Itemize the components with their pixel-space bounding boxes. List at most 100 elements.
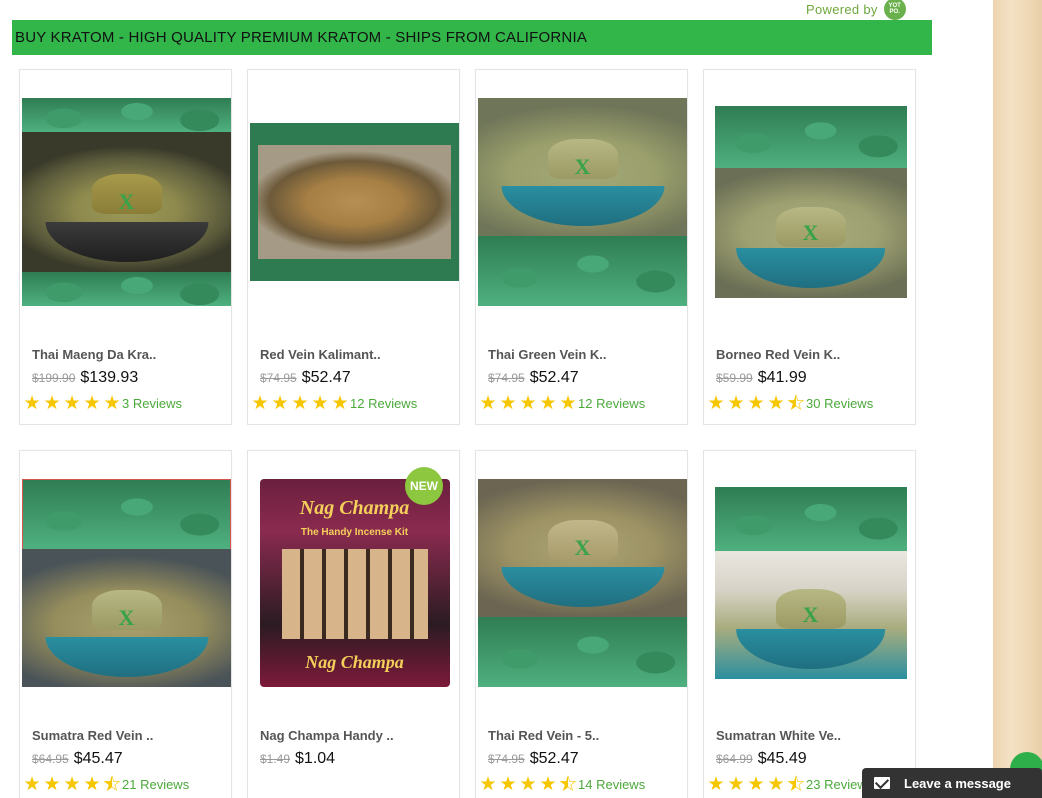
product-rating[interactable]: ★ ★ ★ ★ ★ 23 Reviews xyxy=(706,774,873,795)
product-rating[interactable]: ★ ★ ★ ★ ★ 21 Reviews xyxy=(22,774,189,795)
star-icon: ★ xyxy=(747,393,765,414)
product-title[interactable]: Sumatra Red Vein .. xyxy=(32,728,153,743)
powered-by-yotpo[interactable]: Powered by YOT PO. xyxy=(806,0,906,20)
mail-icon xyxy=(874,777,890,789)
star-rating: ★ ★ ★ ★ ★ xyxy=(706,393,806,414)
star-icon: ★ xyxy=(707,393,725,414)
product-image xyxy=(250,123,459,281)
powered-by-label: Powered by xyxy=(806,1,878,17)
star-icon: ★ xyxy=(747,774,765,795)
star-icon: ★ xyxy=(311,393,329,414)
product-card[interactable]: NEW Nag Champa The Handy Incense Kit Nag… xyxy=(247,450,460,798)
sale-price: $45.49 xyxy=(757,750,807,767)
sale-price: $1.04 xyxy=(295,750,336,767)
product-title[interactable]: Thai Maeng Da Kra.. xyxy=(32,347,156,362)
sale-price: $45.47 xyxy=(73,750,123,767)
star-rating: ★ ★ ★ ★ ★ xyxy=(706,774,806,795)
star-icon: ★ xyxy=(103,393,121,414)
star-icon: ★ xyxy=(83,393,101,414)
reviews-link[interactable]: 14 Reviews xyxy=(578,777,645,792)
old-price: $1.49 xyxy=(260,752,291,766)
star-icon: ★ xyxy=(63,774,81,795)
star-half-icon: ★ xyxy=(103,774,121,795)
product-title[interactable]: Sumatran White Ve.. xyxy=(716,728,841,743)
leave-message-label: Leave a message xyxy=(904,775,1011,791)
product-card[interactable]: Red Vein Kalimant.. $74.95 $52.47 ★ ★ ★ ★ ★ … xyxy=(247,69,460,425)
product-prices: $74.95 $52.47 xyxy=(260,369,351,387)
product-image-link[interactable]: X xyxy=(478,463,687,703)
reviews-link[interactable]: 30 Reviews xyxy=(806,396,873,411)
product-prices: $74.95 $52.47 xyxy=(488,369,579,387)
product-rating[interactable]: ★ ★ ★ ★ ★ 12 Reviews xyxy=(478,394,645,413)
star-icon: ★ xyxy=(331,393,349,414)
star-icon: ★ xyxy=(271,393,289,414)
old-price: $74.95 xyxy=(488,752,525,766)
product-image: X xyxy=(22,479,231,687)
star-icon: ★ xyxy=(291,393,309,414)
old-price: $64.95 xyxy=(32,752,69,766)
product-title[interactable]: Red Vein Kalimant.. xyxy=(260,347,381,362)
product-image-link[interactable] xyxy=(250,82,459,322)
star-icon: ★ xyxy=(519,774,537,795)
brand-logo-icon: X xyxy=(118,189,135,214)
star-icon: ★ xyxy=(499,774,517,795)
old-price: $59.99 xyxy=(716,371,753,385)
star-icon: ★ xyxy=(519,393,537,414)
product-rating[interactable]: ★ ★ ★ ★ ★ 12 Reviews xyxy=(250,394,417,413)
product-prices: $64.99 $45.49 xyxy=(716,750,807,768)
product-image-link[interactable]: X xyxy=(478,82,687,322)
product-title[interactable]: Borneo Red Vein K.. xyxy=(716,347,840,362)
reviews-link[interactable]: 12 Reviews xyxy=(350,396,417,411)
product-title[interactable]: Nag Champa Handy .. xyxy=(260,728,394,743)
product-title[interactable]: Thai Red Vein - 5.. xyxy=(488,728,599,743)
star-rating: ★ ★ ★ ★ ★ xyxy=(478,394,578,413)
product-image-link[interactable]: X xyxy=(706,82,915,322)
product-card[interactable]: X Sumatran White Ve.. $64.99 $45.49 ★ ★ ★ ★… xyxy=(703,450,916,798)
product-card[interactable]: X Thai Maeng Da Kra.. $199.90 $139.93 ★ ★… xyxy=(19,69,232,425)
star-icon: ★ xyxy=(767,393,785,414)
product-image: X xyxy=(714,487,907,679)
star-icon: ★ xyxy=(559,393,577,414)
product-image-link[interactable]: X xyxy=(22,463,231,703)
star-rating: ★ ★ ★ ★ ★ xyxy=(250,394,350,413)
product-rating[interactable]: ★ ★ ★ ★ ★ 30 Reviews xyxy=(706,393,873,414)
product-title[interactable]: Thai Green Vein K.. xyxy=(488,347,606,362)
star-icon: ★ xyxy=(539,393,557,414)
category-banner: BUY KRATOM - HIGH QUALITY PREMIUM KRATOM… xyxy=(12,20,932,55)
star-icon: ★ xyxy=(727,393,745,414)
star-rating: ★ ★ ★ ★ ★ xyxy=(22,774,122,795)
product-card[interactable]: X Thai Green Vein K.. $74.95 $52.47 ★ ★ ★ ★… xyxy=(475,69,688,425)
incense-box-subtitle: The Handy Incense Kit xyxy=(300,527,409,538)
product-image-link[interactable]: X xyxy=(706,463,915,703)
leave-message-widget[interactable]: Leave a message xyxy=(862,768,1042,798)
product-card[interactable]: X Thai Red Vein - 5.. $74.95 $52.47 ★ ★ ★ ★… xyxy=(475,450,688,798)
star-icon: ★ xyxy=(63,393,81,414)
sale-price: $41.99 xyxy=(757,369,807,386)
product-image-link[interactable]: X xyxy=(22,82,231,322)
star-icon: ★ xyxy=(727,774,745,795)
product-image: Nag Champa The Handy Incense Kit Nag Cha… xyxy=(259,479,450,687)
incense-box-bottom-title: Nag Champa xyxy=(305,652,404,672)
reviews-link[interactable]: 12 Reviews xyxy=(578,396,645,411)
old-price: $74.95 xyxy=(488,371,525,385)
star-icon: ★ xyxy=(83,774,101,795)
star-icon: ★ xyxy=(479,774,497,795)
star-icon: ★ xyxy=(43,393,61,414)
product-rating[interactable]: ★ ★ ★ ★ ★ 14 Reviews xyxy=(478,774,645,795)
star-icon: ★ xyxy=(479,393,497,414)
star-rating: ★ ★ ★ ★ ★ xyxy=(22,394,122,413)
product-image: X xyxy=(22,98,231,306)
product-image: X xyxy=(714,106,907,298)
reviews-link[interactable]: 21 Reviews xyxy=(122,777,189,792)
product-rating[interactable]: ★ ★ ★ ★ ★ 3 Reviews xyxy=(22,394,182,413)
brand-logo-icon: X xyxy=(802,602,819,627)
star-rating: ★ ★ ★ ★ ★ xyxy=(478,774,578,795)
reviews-link[interactable]: 3 Reviews xyxy=(122,396,182,411)
old-price: $74.95 xyxy=(260,371,297,385)
brand-logo-icon: X xyxy=(802,220,819,245)
sale-price: $52.47 xyxy=(301,369,351,386)
product-image: X xyxy=(478,98,687,306)
product-card[interactable]: X Borneo Red Vein K.. $59.99 $41.99 ★ ★ ★ ★… xyxy=(703,69,916,425)
product-card[interactable]: X Sumatra Red Vein .. $64.95 $45.47 ★ ★ ★ ★… xyxy=(19,450,232,798)
category-title: BUY KRATOM - HIGH QUALITY PREMIUM KRATOM… xyxy=(15,29,588,46)
